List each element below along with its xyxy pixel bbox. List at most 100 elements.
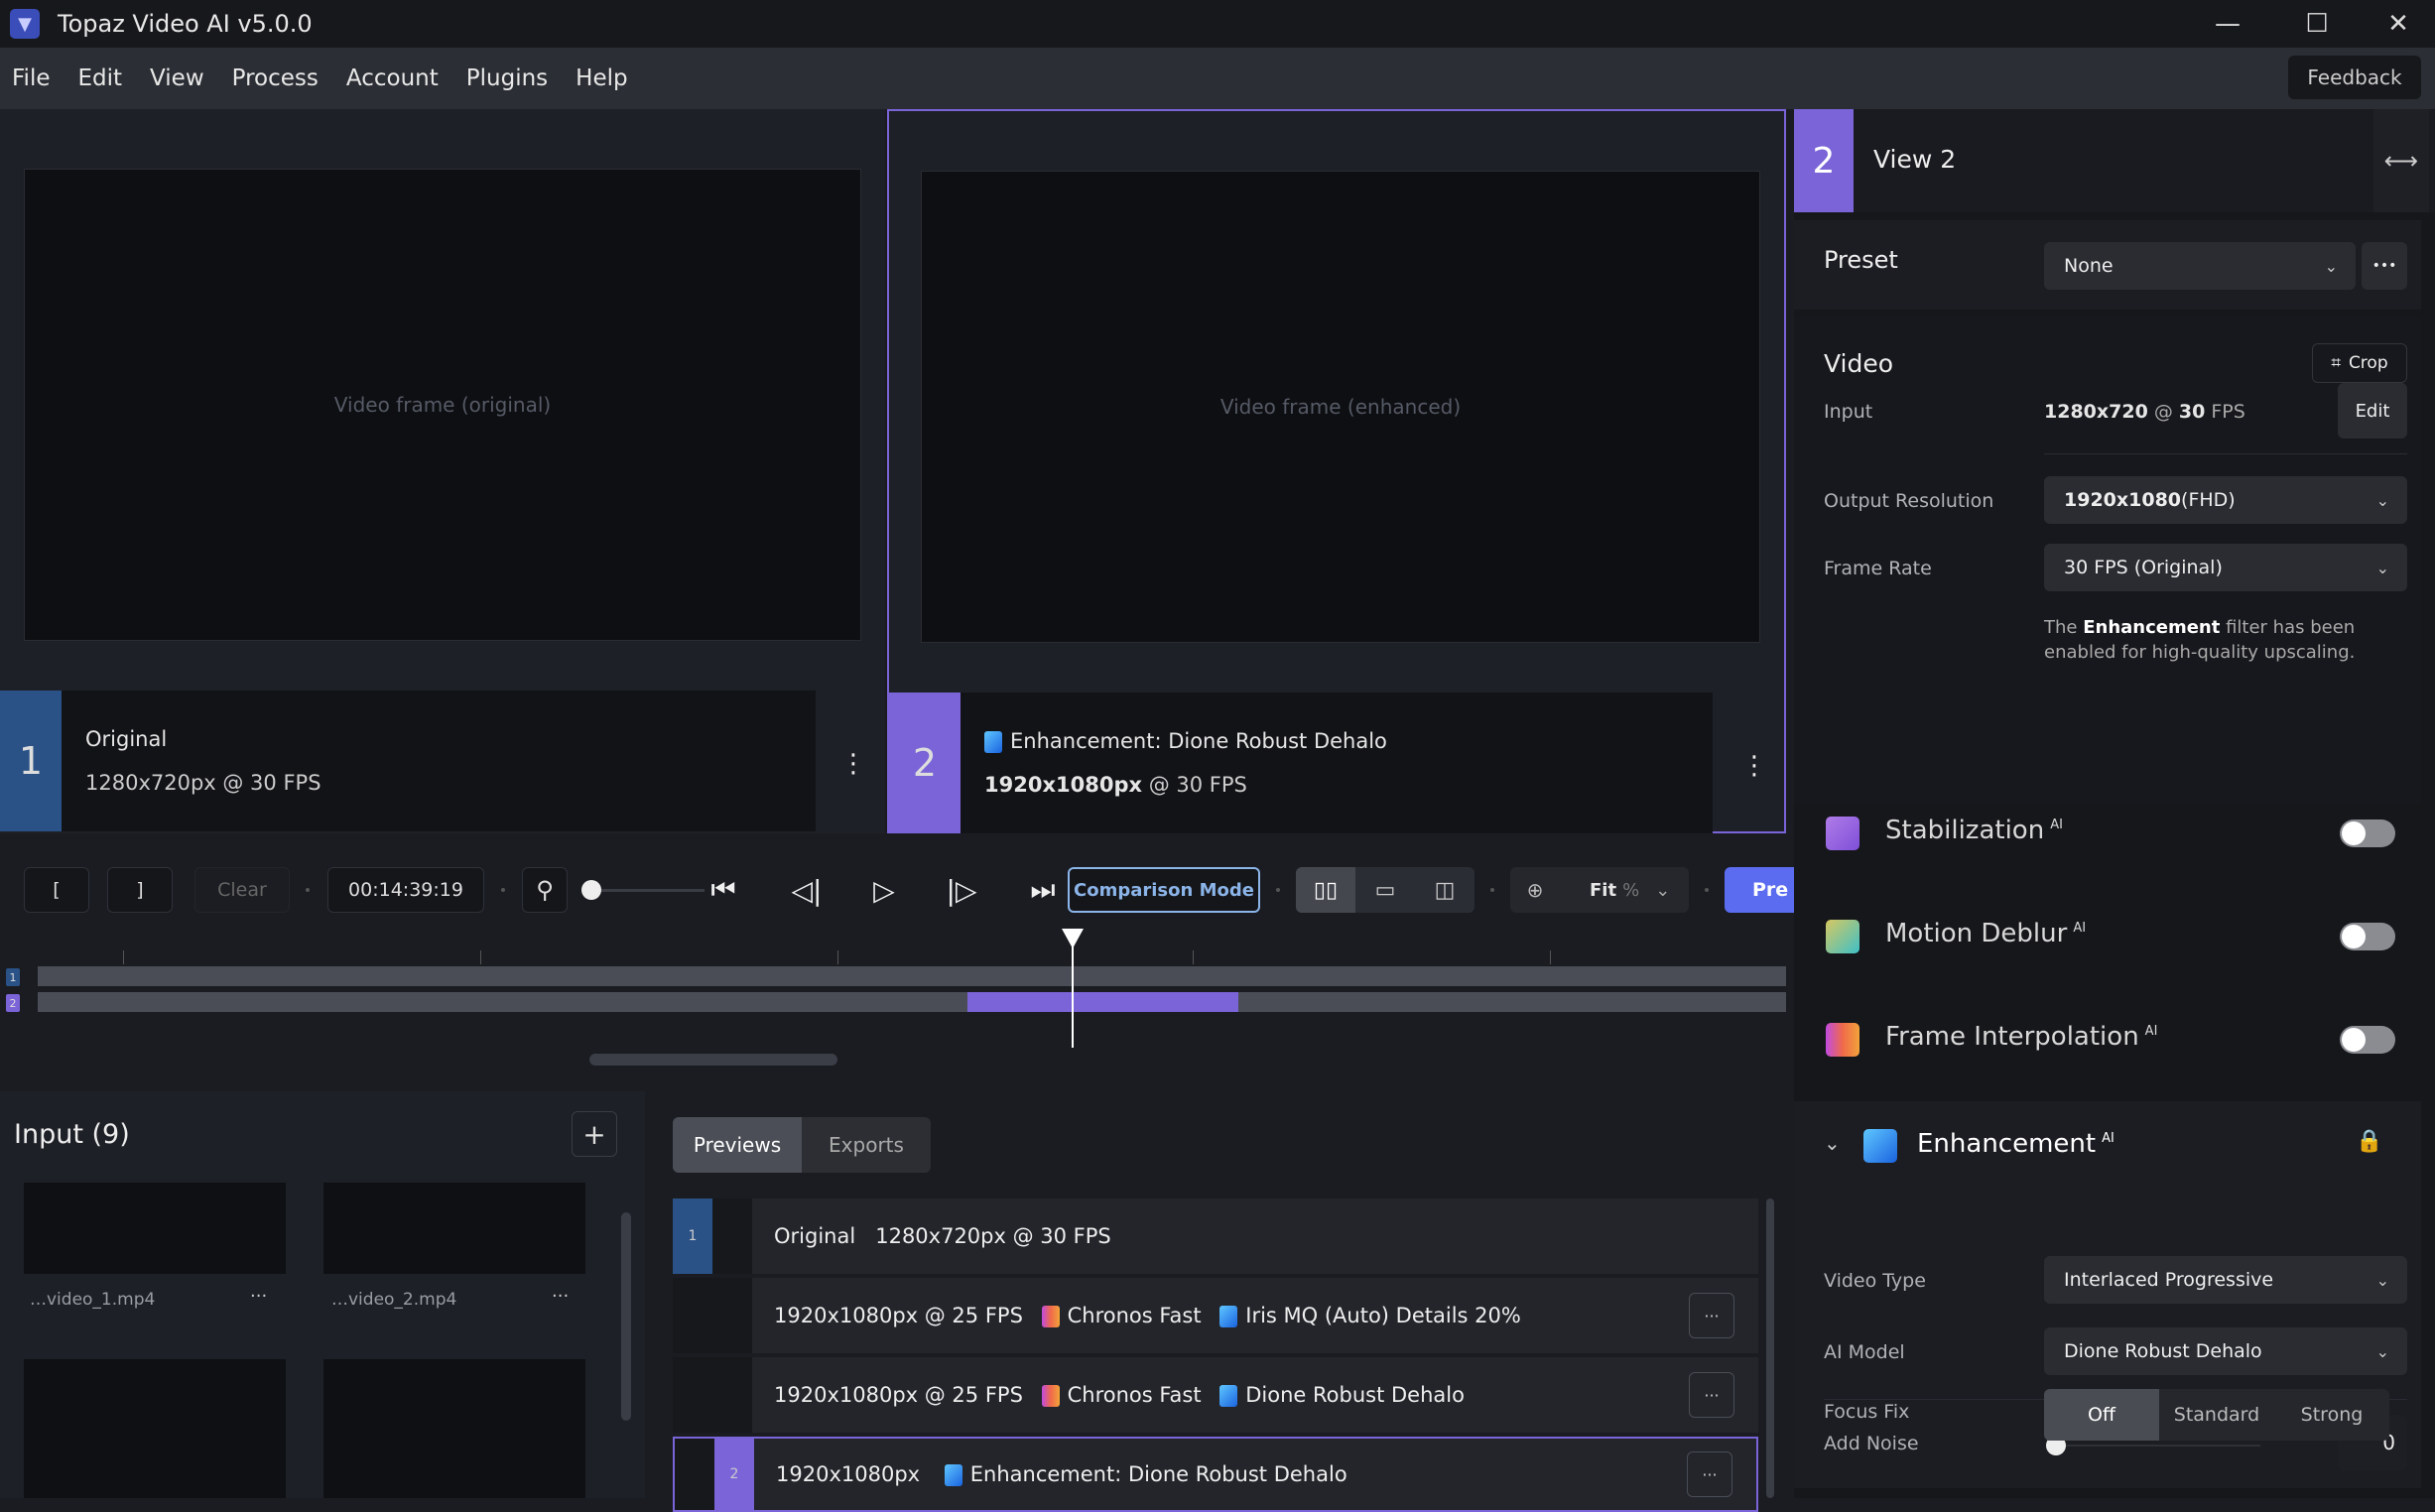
go-to-end-icon[interactable]: ⏭ [1020,867,1066,913]
more-icon[interactable]: ··· [552,1286,569,1307]
stabilization-toggle[interactable] [2340,819,2395,847]
zoom-dropdown[interactable]: ⊕ Fit % ⌄ [1510,867,1689,913]
previews-panel: Previews Exports 1 Original 1280x720px @… [651,1091,1786,1512]
preview-button[interactable]: Pre [1725,867,1794,913]
search-icon[interactable]: ⚲ [522,867,568,913]
input-thumbnail[interactable] [323,1359,585,1498]
maximize-button[interactable]: ☐ [2272,0,2362,48]
side-by-side-icon[interactable]: ▯▯ [1296,867,1355,913]
preview-row[interactable]: 1920x1080px @ 25 FPS Chronos Fast Iris M… [673,1278,1758,1353]
preview-row-selected[interactable]: 2 1920x1080px Enhancement: Dione Robust … [673,1437,1758,1512]
preset-value: None [2064,255,2114,277]
track-2[interactable] [38,992,1786,1012]
video-frame-original: Video frame (original) [24,169,861,641]
add-input-button[interactable]: + [572,1111,617,1157]
preview-row[interactable]: 1 Original 1280x720px @ 30 FPS [673,1198,1758,1274]
edit-input-button[interactable]: Edit [2338,383,2407,439]
timeline[interactable]: 1 2 [0,929,1786,1087]
add-noise-slider[interactable] [2046,1436,2260,1455]
comparison-mode-button[interactable]: Comparison Mode [1068,867,1260,913]
track-badge-2: 2 [6,994,20,1012]
playhead[interactable] [1072,939,1075,1048]
swap-arrows-icon[interactable]: ⟷ [2373,109,2429,212]
input-thumbnail[interactable] [24,1359,286,1498]
app-logo-icon: ▼ [10,9,40,39]
crop-button[interactable]: ⌗ Crop [2312,343,2407,383]
row-fx: Dione Robust Dehalo [1245,1383,1465,1407]
tab-previews[interactable]: Previews [673,1117,802,1173]
view-title: Enhancement: Dione Robust Dehalo [1010,729,1387,753]
menu-account[interactable]: Account [332,65,452,91]
minimize-button[interactable]: — [2183,0,2272,48]
chevron-down-icon: ⌄ [2375,558,2389,577]
menu-plugins[interactable]: Plugins [452,65,562,91]
view-menu-icon[interactable]: ⋮ [1739,746,1769,786]
view-label-1: 1 Original 1280x720px @ 30 FPS [0,691,816,831]
timeline-zoom-slider[interactable] [581,880,705,900]
menu-file[interactable]: File [0,65,64,91]
output-resolution-dropdown[interactable]: 1920x1080 (FHD) ⌄ [2044,476,2407,524]
menu-process[interactable]: Process [218,65,332,91]
ai-tag: AI [2073,921,2087,937]
preset-dropdown[interactable]: None ⌄ [2044,242,2356,290]
input-thumbnail[interactable] [323,1183,585,1274]
single-view-icon[interactable]: ▭ [1355,867,1415,913]
motion-deblur-toggle[interactable] [2340,923,2395,950]
frame-interpolation-icon [1826,1023,1859,1057]
clear-button[interactable]: Clear [194,867,290,913]
focus-fix-selector: Off Standard Strong [2044,1389,2389,1441]
timecode-field[interactable]: 00:14:39:19 [327,867,484,913]
mark-in-button[interactable]: [ [24,867,89,913]
frame-rate-dropdown[interactable]: 30 FPS (Original) ⌄ [2044,544,2407,591]
frame-interpolation-icon [1041,1306,1060,1327]
settings-panel: 2 View 2 ⟷ Preset None ⌄ ••• Video ⌗ Crop… [1794,109,2435,1498]
menu-view[interactable]: View [136,65,218,91]
timeline-scrollbar[interactable] [589,1054,837,1066]
input-scrollbar[interactable] [621,1212,631,1421]
preset-more-button[interactable]: ••• [2362,242,2407,290]
input-panel: Input (9) + …video_1.mp4 ··· …video_2.mp… [0,1091,645,1498]
video-type-dropdown[interactable]: Interlaced Progressive ⌄ [2044,1256,2407,1304]
close-button[interactable]: ✕ [2362,0,2435,48]
previews-scrollbar[interactable] [1766,1198,1774,1498]
view-resolution: 1920x1080px [984,773,1143,797]
chevron-down-icon[interactable]: ⌄ [1824,1131,1841,1155]
view-pane-2[interactable]: Video frame (enhanced) 2 Enhancement: Di… [887,109,1786,833]
tab-exports[interactable]: Exports [802,1117,931,1173]
ai-tag: AI [2050,818,2063,833]
view-number: 2 [1794,109,1854,212]
row-more-button[interactable]: ··· [1687,1451,1732,1497]
row-more-button[interactable]: ··· [1689,1372,1734,1418]
divider [2044,453,2407,454]
split-view-icon[interactable]: ◫ [1415,867,1474,913]
view-pane-1[interactable]: Video frame (original) 1 Original 1280x7… [0,109,885,833]
preview-row[interactable]: 1920x1080px @ 25 FPS Chronos Fast Dione … [673,1357,1758,1433]
next-frame-icon[interactable]: |▷ [939,867,984,913]
previous-frame-icon[interactable]: ◁| [784,867,830,913]
preset-section: Preset None ⌄ ••• [1794,220,2421,310]
feedback-button[interactable]: Feedback [2288,56,2421,99]
stabilization-icon [1826,817,1859,850]
menu-edit[interactable]: Edit [64,65,137,91]
more-icon[interactable]: ··· [250,1286,267,1307]
input-thumbnail[interactable] [24,1183,286,1274]
ai-model-dropdown[interactable]: Dione Robust Dehalo ⌄ [2044,1327,2407,1375]
focus-fix-standard[interactable]: Standard [2159,1389,2274,1441]
preview-segment[interactable] [967,992,1239,1012]
slider-knob[interactable] [581,880,601,900]
video-type-label: Video Type [1824,1270,1926,1292]
frame-interpolation-toggle[interactable] [2340,1026,2395,1054]
track-1[interactable] [38,966,1786,986]
play-icon[interactable]: ▷ [861,867,907,913]
go-to-start-icon[interactable]: ⏮ [701,867,746,913]
focus-fix-strong[interactable]: Strong [2274,1389,2389,1441]
menu-help[interactable]: Help [562,65,641,91]
mark-out-button[interactable]: ] [107,867,173,913]
timeline-tick [837,950,838,964]
focus-fix-off[interactable]: Off [2044,1389,2159,1441]
row-info: 1920x1080px @ 25 FPS [774,1383,1023,1407]
enhancement-note: The Enhancement filter has been enabled … [2044,617,2356,664]
row-more-button[interactable]: ··· [1689,1293,1734,1338]
row-info: 1920x1080px @ 25 FPS [774,1304,1023,1327]
view-menu-icon[interactable]: ⋮ [838,744,868,784]
